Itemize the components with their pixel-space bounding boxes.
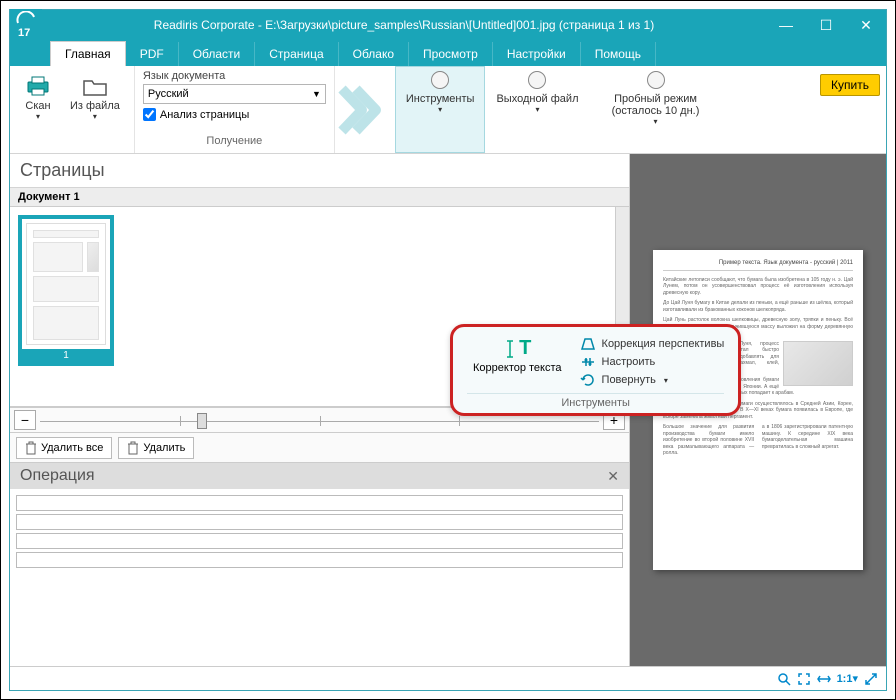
operation-header: Операция ✕ bbox=[10, 463, 629, 489]
search-icon[interactable] bbox=[777, 672, 791, 686]
scan-button[interactable]: Скан▾ bbox=[18, 70, 58, 123]
language-select[interactable]: Русский▼ bbox=[143, 84, 326, 104]
buy-button[interactable]: Купить bbox=[820, 74, 880, 96]
tab-cloud[interactable]: Облако bbox=[339, 42, 409, 66]
ribbon-arrow-icon bbox=[335, 66, 395, 153]
app-logo: 17 bbox=[10, 9, 42, 41]
fit-screen-icon[interactable] bbox=[797, 672, 811, 686]
analyze-page-checkbox[interactable]: Анализ страницы bbox=[143, 108, 326, 121]
titlebar: 17 Readiris Corporate - E:\Загрузки\pict… bbox=[10, 10, 886, 40]
circle-icon bbox=[431, 71, 449, 89]
folder-icon bbox=[81, 72, 109, 100]
tab-pdf[interactable]: PDF bbox=[126, 42, 179, 66]
fit-width-icon[interactable] bbox=[817, 672, 831, 686]
operation-row[interactable] bbox=[16, 552, 623, 568]
main-area: Страницы Документ 1 1 bbox=[10, 154, 886, 666]
zoom-out-button[interactable]: − bbox=[14, 410, 36, 430]
minimize-button[interactable]: — bbox=[766, 10, 806, 40]
cursor-icon bbox=[503, 339, 517, 359]
rotate-icon bbox=[580, 373, 596, 387]
trial-mode-button[interactable]: Пробный режим (осталось 10 дн.)▾ bbox=[590, 66, 722, 153]
dropdown-caption: Инструменты bbox=[467, 393, 724, 409]
status-bar: 1:1 ▾ bbox=[10, 666, 886, 690]
window-title: Readiris Corporate - E:\Загрузки\picture… bbox=[42, 18, 766, 32]
expand-icon[interactable] bbox=[864, 672, 878, 686]
page-thumbnail[interactable]: 1 bbox=[18, 215, 114, 366]
text-corrector-button[interactable]: T Корректор текста bbox=[467, 335, 568, 387]
tab-help[interactable]: Помощь bbox=[581, 42, 656, 66]
trash-icon bbox=[127, 441, 139, 455]
from-file-button[interactable]: Из файла▾ bbox=[64, 70, 126, 123]
operation-row[interactable] bbox=[16, 514, 623, 530]
output-file-button[interactable]: Выходной файл▾ bbox=[485, 66, 589, 153]
operation-close-button[interactable]: ✕ bbox=[607, 468, 619, 485]
operation-list bbox=[10, 489, 629, 574]
tab-areas[interactable]: Области bbox=[179, 42, 256, 66]
document-header: Документ 1 bbox=[10, 188, 629, 207]
ribbon-tabs: Главная PDF Области Страница Облако Прос… bbox=[10, 40, 886, 66]
adjust-button[interactable]: Настроить bbox=[580, 355, 725, 369]
pages-header: Страницы bbox=[10, 154, 629, 188]
trash-icon bbox=[25, 441, 37, 455]
preview-title: Пример текста. Язык документа - русский … bbox=[663, 260, 853, 271]
close-button[interactable]: ✕ bbox=[846, 10, 886, 40]
tab-home[interactable]: Главная bbox=[50, 41, 126, 66]
tab-view[interactable]: Просмотр bbox=[409, 42, 493, 66]
language-label: Язык документа bbox=[143, 70, 326, 82]
maximize-button[interactable]: ☐ bbox=[806, 10, 846, 40]
app-window: 17 Readiris Corporate - E:\Загрузки\pict… bbox=[9, 9, 887, 691]
delete-button[interactable]: Удалить bbox=[118, 437, 194, 459]
operation-row[interactable] bbox=[16, 495, 623, 511]
circle-icon bbox=[528, 71, 546, 89]
delete-all-button[interactable]: Удалить все bbox=[16, 437, 112, 459]
rotate-button[interactable]: Повернуть ▾ bbox=[580, 373, 725, 387]
analyze-page-input[interactable] bbox=[143, 108, 156, 121]
tab-settings[interactable]: Настройки bbox=[493, 42, 581, 66]
operation-row[interactable] bbox=[16, 533, 623, 549]
preview-image bbox=[783, 341, 853, 386]
zoom-ratio[interactable]: 1:1 ▾ bbox=[837, 672, 858, 685]
circle-icon bbox=[647, 71, 665, 89]
printer-icon bbox=[24, 72, 52, 100]
tools-dropdown: T Корректор текста Коррекция перспективы… bbox=[450, 324, 741, 416]
group-acquire-caption: Получение bbox=[143, 135, 326, 149]
perspective-icon bbox=[580, 337, 596, 351]
thumbnail-number: 1 bbox=[22, 349, 110, 362]
perspective-correction-button[interactable]: Коррекция перспективы bbox=[580, 337, 725, 351]
tools-button[interactable]: Инструменты▾ bbox=[395, 66, 486, 153]
zoom-handle[interactable] bbox=[197, 413, 207, 429]
adjust-icon bbox=[580, 355, 596, 369]
tab-page[interactable]: Страница bbox=[255, 42, 338, 66]
ribbon: Скан▾ Из файла▾ Язык документа Русский▼ … bbox=[10, 66, 886, 154]
